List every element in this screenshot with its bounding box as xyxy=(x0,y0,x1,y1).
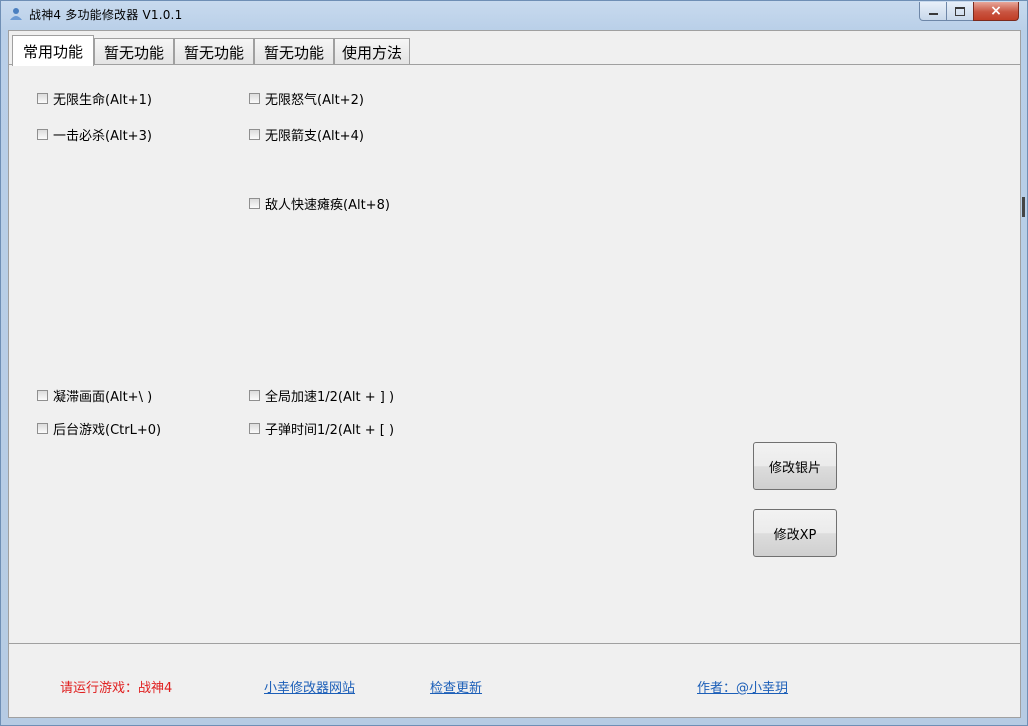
checkbox-infinite-health[interactable]: 无限生命(Alt+1) xyxy=(37,89,152,108)
tab-panel-common: 无限生命(Alt+1) 无限怒气(Alt+2) 一击必杀(Alt+3) 无限箭支… xyxy=(9,64,1020,644)
check-update-link[interactable]: 检查更新 xyxy=(430,677,482,696)
checkbox-infinite-rage[interactable]: 无限怒气(Alt+2) xyxy=(249,89,364,108)
checkbox-infinite-arrows[interactable]: 无限箭支(Alt+4) xyxy=(249,125,364,144)
checkbox-label: 无限生命(Alt+1) xyxy=(53,93,152,108)
minimize-button[interactable] xyxy=(919,2,947,21)
checkbox-box[interactable] xyxy=(37,390,48,401)
game-status-text: 请运行游戏：战神4 xyxy=(60,681,173,696)
checkbox-label: 敌人快速瘫痪(Alt+8) xyxy=(265,198,390,213)
tab-placeholder-3[interactable]: 暂无功能 xyxy=(254,38,334,65)
app-window: 战神4 多功能修改器 V1.0.1 × 常用功能 暂无功能 暂无功能 暂无功能 … xyxy=(0,0,1028,726)
tab-placeholder-1[interactable]: 暂无功能 xyxy=(94,38,174,65)
checkbox-label: 一击必杀(Alt+3) xyxy=(53,129,152,144)
modify-silver-button[interactable]: 修改银片 xyxy=(753,442,837,490)
tab-usage[interactable]: 使用方法 xyxy=(334,38,410,65)
client-area: 常用功能 暂无功能 暂无功能 暂无功能 使用方法 无限生命(Alt+1) 无限怒… xyxy=(8,30,1021,718)
checkbox-background-play[interactable]: 后台游戏(CtrL+0) xyxy=(37,419,161,438)
window-edge-mark xyxy=(1022,197,1025,217)
tab-common-functions[interactable]: 常用功能 xyxy=(12,35,94,66)
maximize-icon xyxy=(955,6,965,16)
window-title: 战神4 多功能修改器 V1.0.1 xyxy=(29,8,183,22)
close-button[interactable]: × xyxy=(973,2,1019,21)
checkbox-label: 无限怒气(Alt+2) xyxy=(265,93,364,108)
checkbox-one-hit-kill[interactable]: 一击必杀(Alt+3) xyxy=(37,125,152,144)
checkbox-freeze-frame[interactable]: 凝滞画面(Alt+\ ) xyxy=(37,386,152,405)
checkbox-label: 凝滞画面(Alt+\ ) xyxy=(53,390,153,405)
close-icon: × xyxy=(990,3,1002,19)
checkbox-box[interactable] xyxy=(249,423,260,434)
checkbox-box[interactable] xyxy=(249,390,260,401)
trainer-website-link[interactable]: 小幸修改器网站 xyxy=(264,677,355,696)
modify-xp-button[interactable]: 修改XP xyxy=(753,509,837,557)
checkbox-box[interactable] xyxy=(37,423,48,434)
maximize-button[interactable] xyxy=(946,2,974,21)
checkbox-box[interactable] xyxy=(249,198,260,209)
checkbox-label: 全局加速1/2(Alt + ] ) xyxy=(265,390,395,405)
checkbox-enemy-quick-stun[interactable]: 敌人快速瘫痪(Alt+8) xyxy=(249,194,390,213)
title-bar[interactable]: 战神4 多功能修改器 V1.0.1 × xyxy=(1,1,1027,29)
checkbox-label: 子弹时间1/2(Alt + [ ) xyxy=(265,423,395,438)
checkbox-label: 无限箭支(Alt+4) xyxy=(265,129,364,144)
tab-placeholder-2[interactable]: 暂无功能 xyxy=(174,38,254,65)
minimize-icon xyxy=(928,13,938,15)
author-link[interactable]: 作者：@小幸玥 xyxy=(697,677,788,696)
checkbox-box[interactable] xyxy=(249,129,260,140)
checkbox-box[interactable] xyxy=(37,93,48,104)
checkbox-bullet-time[interactable]: 子弹时间1/2(Alt + [ ) xyxy=(249,419,394,438)
checkbox-global-speed[interactable]: 全局加速1/2(Alt + ] ) xyxy=(249,386,394,405)
checkbox-label: 后台游戏(CtrL+0) xyxy=(53,423,162,438)
checkbox-box[interactable] xyxy=(37,129,48,140)
checkbox-box[interactable] xyxy=(249,93,260,104)
app-icon xyxy=(10,8,22,20)
